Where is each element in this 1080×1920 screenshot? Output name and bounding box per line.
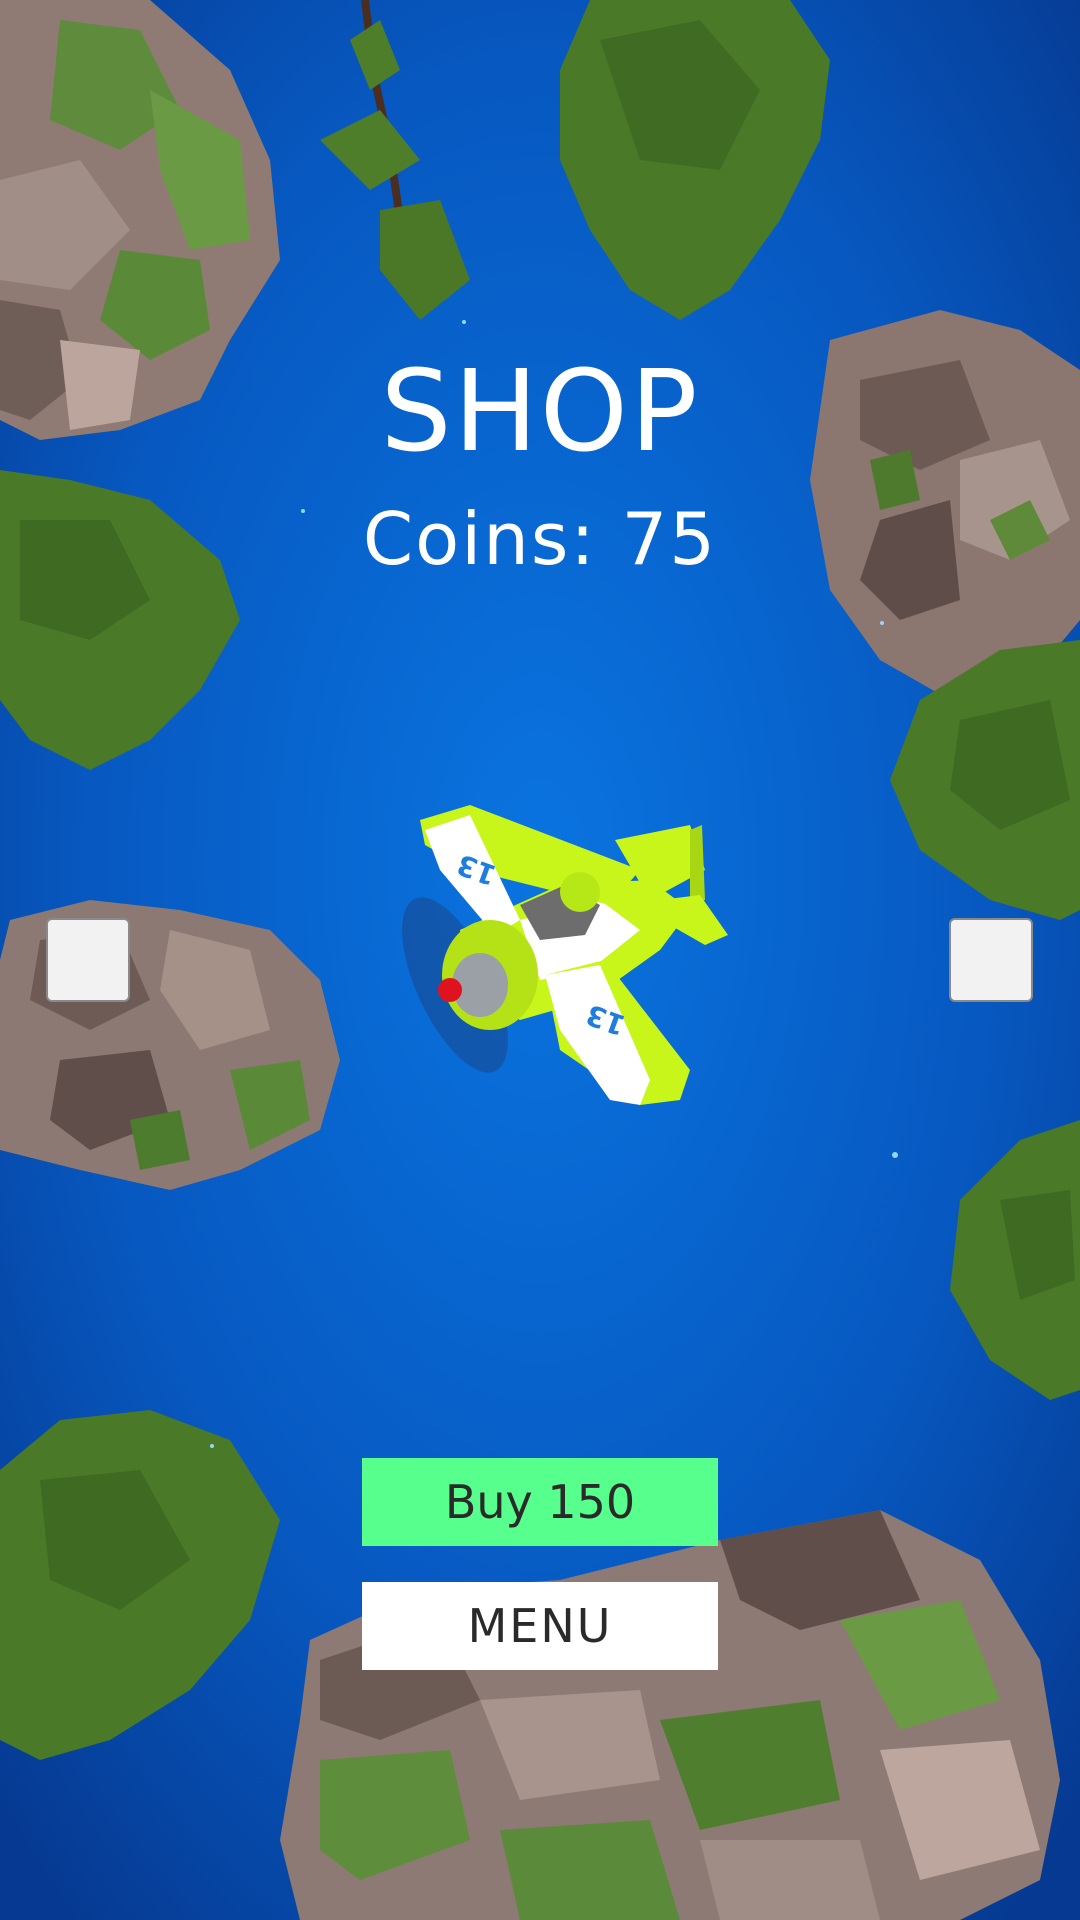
propeller-spinner (438, 978, 462, 1002)
buy-button[interactable]: Buy 150 (362, 1458, 718, 1546)
page-title: SHOP (380, 347, 700, 477)
pilot-helmet (560, 872, 600, 912)
previous-plane-button[interactable] (46, 918, 130, 1002)
coin-balance: Coins: 75 (362, 497, 718, 581)
menu-button[interactable]: MENU (362, 1582, 718, 1670)
shop-screen: 13 13 SHOP Coins: 75 Buy 150 MENU (0, 0, 1080, 1920)
next-plane-button[interactable] (949, 918, 1033, 1002)
